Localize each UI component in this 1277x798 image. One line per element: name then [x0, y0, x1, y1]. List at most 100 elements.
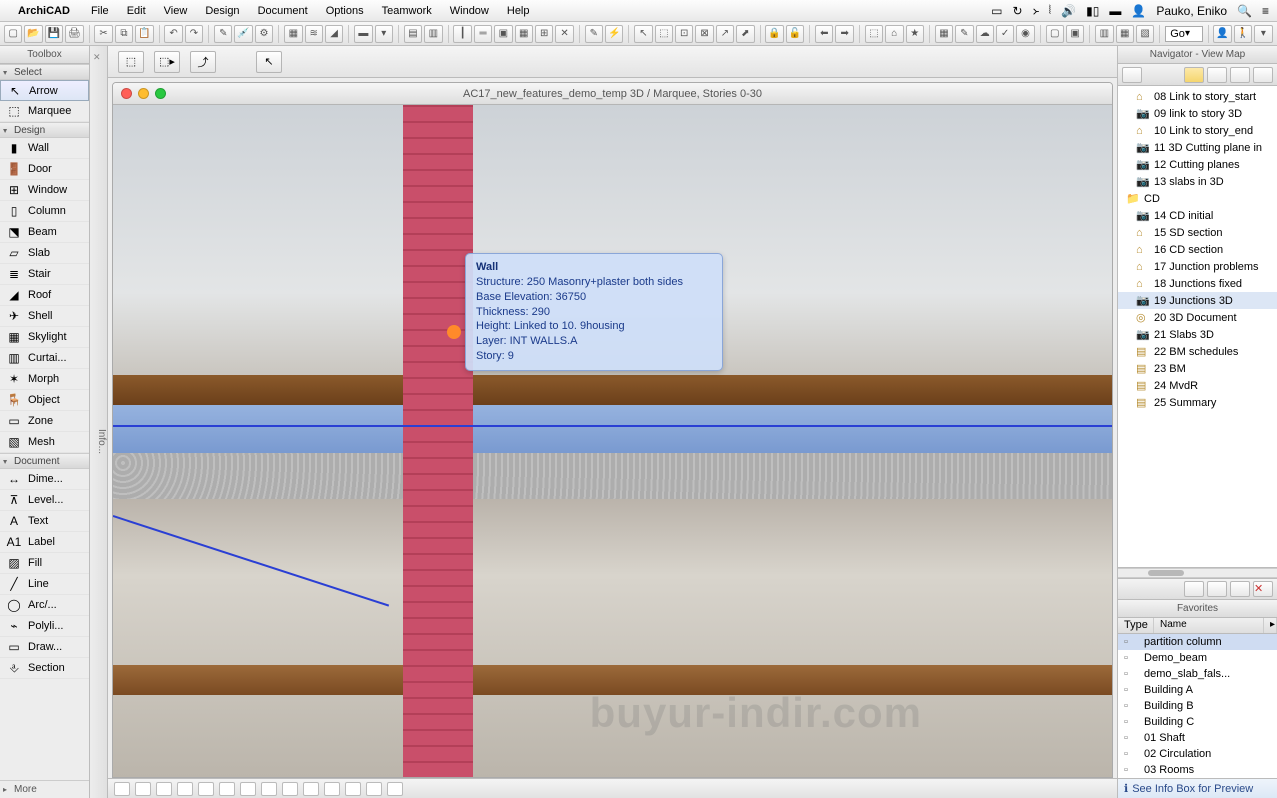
close-icon[interactable] — [121, 88, 132, 99]
tool-btn[interactable]: ▬ — [354, 25, 372, 43]
tool-btn[interactable]: ⬚ — [655, 25, 673, 43]
nav-tab-layout[interactable] — [1207, 67, 1227, 83]
tool-btn[interactable]: ⬈ — [736, 25, 754, 43]
tool-polyli[interactable]: ⌁Polyli... — [0, 616, 89, 637]
tool-btn[interactable]: ↖ — [634, 25, 652, 43]
favorite-item[interactable]: ▫demo_slab_fals... — [1118, 666, 1277, 682]
nav-tab-viewmap[interactable] — [1184, 67, 1204, 83]
fav-delete-btn[interactable]: ✕ — [1253, 581, 1273, 597]
nav-item[interactable]: 📷11 3D Cutting plane in — [1118, 139, 1277, 156]
nav-item[interactable]: 📁CD — [1118, 190, 1277, 207]
tool-btn[interactable]: ▧ — [1136, 25, 1154, 43]
tool-draw[interactable]: ▭Draw... — [0, 637, 89, 658]
copy-btn[interactable]: ⧉ — [115, 25, 133, 43]
nav-item[interactable]: 📷13 slabs in 3D — [1118, 173, 1277, 190]
inject-btn[interactable]: 💉 — [234, 25, 252, 43]
fav-btn[interactable] — [1230, 581, 1250, 597]
tool-btn[interactable]: ▥ — [424, 25, 442, 43]
menu-document[interactable]: Document — [249, 5, 317, 17]
design-header[interactable]: Design — [0, 122, 89, 138]
traffic-lights[interactable] — [121, 88, 166, 99]
tool-btn[interactable]: ⬅ — [815, 25, 833, 43]
menu-window[interactable]: Window — [441, 5, 498, 17]
tool-btn[interactable]: ▦ — [284, 25, 302, 43]
tool-btn[interactable]: ═ — [474, 25, 492, 43]
tool-morph[interactable]: ✶Morph — [0, 369, 89, 390]
nav-item[interactable]: ◎20 3D Document — [1118, 309, 1277, 326]
nav-item[interactable]: ▤23 BM — [1118, 360, 1277, 377]
menu-view[interactable]: View — [155, 5, 197, 17]
viewport-3d[interactable]: Wall Structure: 250 Masonry+plaster both… — [113, 105, 1112, 777]
status-btn[interactable] — [345, 782, 361, 796]
nav-item[interactable]: ⌂16 CD section — [1118, 241, 1277, 258]
status-btn[interactable] — [156, 782, 172, 796]
user-icon[interactable]: 👤 — [1131, 4, 1146, 18]
tool-section[interactable]: ⎀Section — [0, 658, 89, 679]
nav-item[interactable]: ⌂10 Link to story_end — [1118, 122, 1277, 139]
minimize-icon[interactable] — [138, 88, 149, 99]
nav-item[interactable]: 📷12 Cutting planes — [1118, 156, 1277, 173]
tool-btn[interactable]: ◉ — [1016, 25, 1034, 43]
app-name[interactable]: ArchiCAD — [18, 5, 70, 17]
status-btn[interactable] — [282, 782, 298, 796]
select-header[interactable]: Select — [0, 64, 89, 80]
nav-item[interactable]: 📷14 CD initial — [1118, 207, 1277, 224]
info-tab[interactable]: Info... — [90, 46, 108, 798]
pick-btn[interactable]: ✎ — [214, 25, 232, 43]
tool-btn[interactable]: ✕ — [555, 25, 573, 43]
new-btn[interactable]: ▢ — [4, 25, 22, 43]
tool-btn[interactable]: ☁ — [976, 25, 994, 43]
status-btn[interactable] — [261, 782, 277, 796]
wifi-icon[interactable]: ⦚ — [1049, 3, 1052, 18]
subtool-btn[interactable]: ⬚▸ — [154, 51, 180, 73]
tool-arc[interactable]: ◯Arc/... — [0, 595, 89, 616]
navigator-tree[interactable]: ⌂08 Link to story_start📷09 link to story… — [1118, 86, 1277, 568]
nav-item[interactable]: 📷19 Junctions 3D — [1118, 292, 1277, 309]
tool-btn[interactable]: ↗ — [716, 25, 734, 43]
tool-shell[interactable]: ✈Shell — [0, 306, 89, 327]
tool-roof[interactable]: ◢Roof — [0, 285, 89, 306]
cut-btn[interactable]: ✂ — [94, 25, 112, 43]
nav-item[interactable]: ⌂17 Junction problems — [1118, 258, 1277, 275]
nav-item[interactable]: ⌂15 SD section — [1118, 224, 1277, 241]
tool-btn[interactable]: ⌂ — [885, 25, 903, 43]
status-btn[interactable] — [135, 782, 151, 796]
volume-icon[interactable]: 🔊 — [1061, 4, 1076, 18]
tool-door[interactable]: 🚪Door — [0, 159, 89, 180]
menu-edit[interactable]: Edit — [118, 5, 155, 17]
nav-item[interactable]: 📷09 link to story 3D — [1118, 105, 1277, 122]
status-btn[interactable] — [240, 782, 256, 796]
status-btn[interactable] — [387, 782, 403, 796]
tool-btn[interactable]: ⚙ — [255, 25, 273, 43]
fav-col-name[interactable]: Name — [1154, 618, 1264, 633]
user-name[interactable]: Pauko, Eniko — [1156, 4, 1227, 18]
favorite-item[interactable]: ▫Building C — [1118, 714, 1277, 730]
tool-curtai[interactable]: ▥Curtai... — [0, 348, 89, 369]
bluetooth-icon[interactable]: ᚛ — [1033, 4, 1039, 18]
tool-btn[interactable]: 👤 — [1213, 25, 1231, 43]
tool-btn[interactable]: 🚶 — [1234, 25, 1252, 43]
tool-btn[interactable]: ▤ — [404, 25, 422, 43]
nav-item[interactable]: ⌂08 Link to story_start — [1118, 88, 1277, 105]
window-titlebar[interactable]: AC17_new_features_demo_temp 3D / Marquee… — [113, 83, 1112, 105]
print-btn[interactable]: 🖨 — [65, 25, 83, 43]
flag-icon[interactable]: ▬ — [1109, 4, 1121, 18]
tool-column[interactable]: ▯Column — [0, 201, 89, 222]
tool-skylight[interactable]: ▦Skylight — [0, 327, 89, 348]
subtool-btn[interactable]: ⤴ — [190, 51, 216, 73]
tool-marquee[interactable]: ⬚Marquee — [0, 101, 89, 122]
menu-options[interactable]: Options — [317, 5, 373, 17]
favorite-item[interactable]: ▫Building B — [1118, 698, 1277, 714]
tool-btn[interactable]: ▣ — [494, 25, 512, 43]
tool-btn[interactable]: 🔓 — [786, 25, 804, 43]
tool-fill[interactable]: ▨Fill — [0, 553, 89, 574]
sync-icon[interactable]: ↻ — [1013, 4, 1023, 18]
tool-btn[interactable]: ➡ — [835, 25, 853, 43]
tool-btn[interactable]: ▣ — [1066, 25, 1084, 43]
go-combo[interactable]: Go ▾ — [1165, 26, 1202, 42]
tool-btn[interactable]: 🔒 — [765, 25, 783, 43]
battery-icon[interactable]: ▮▯ — [1086, 4, 1099, 18]
nav-item[interactable]: ▤22 BM schedules — [1118, 343, 1277, 360]
spotlight-icon[interactable]: 🔍 — [1237, 4, 1252, 18]
menu-help[interactable]: Help — [498, 5, 539, 17]
